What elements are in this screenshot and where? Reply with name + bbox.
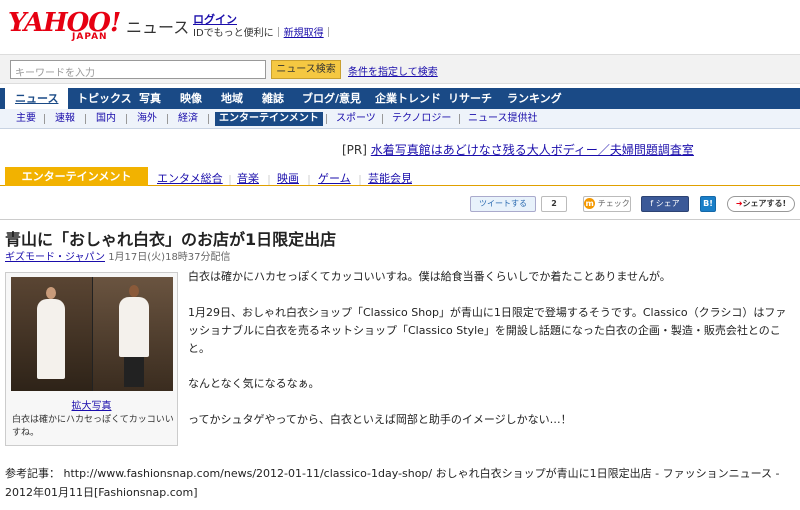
article-date: 1月17日(火)18時37分配信 xyxy=(108,252,231,263)
nav-photos[interactable]: 写真 xyxy=(139,88,161,109)
white-coat-figure xyxy=(37,299,65,379)
nav-corporate-trends[interactable]: 企業トレンド xyxy=(375,88,441,109)
article-paragraph: 1月29日、おしゃれ白衣ショップ「Classico Shop」が青山に1日限定で… xyxy=(188,306,787,355)
logo-subtext: JAPAN xyxy=(72,32,108,42)
reference-article: 参考記事： http://www.fashionsnap.com/news/20… xyxy=(5,467,780,499)
photo-right-panel xyxy=(92,277,173,391)
tweet-count: 2 xyxy=(541,196,567,212)
subnav-divider xyxy=(44,114,45,124)
service-name[interactable]: ニュース xyxy=(126,14,189,38)
facebook-share-button[interactable]: f シェア xyxy=(641,196,689,212)
category-movies[interactable]: 映画 xyxy=(277,170,299,186)
category-bar: エンターテインメント エンタメ総合 ｜ 音楽 ｜ 映画 ｜ ゲーム ｜ 芸能会見 xyxy=(0,167,800,187)
article-paragraph: ってかシュタゲやってから、白衣といえば岡部と助手のイメージしかない…！ xyxy=(188,413,572,426)
mixi-icon: m xyxy=(584,198,596,209)
category-divider: ｜ xyxy=(264,176,274,187)
category-divider: ｜ xyxy=(225,176,235,187)
nav-blog[interactable]: ブログ/意見 xyxy=(302,88,361,109)
subnav-main[interactable]: 主要 xyxy=(16,109,36,129)
subnav-breaking[interactable]: 速報 xyxy=(55,109,75,129)
search-input[interactable]: キーワードを入力 xyxy=(10,60,266,79)
category-music[interactable]: 音楽 xyxy=(237,170,259,186)
hatena-bookmark-button[interactable]: B! xyxy=(700,196,716,212)
subnav-divider xyxy=(326,114,327,124)
tweet-button[interactable]: ツイートする xyxy=(470,196,536,212)
login-subtext: IDでもっと便利に｜新規取得｜ xyxy=(193,28,334,39)
article-photo[interactable] xyxy=(11,277,173,391)
share-label: シェアする! xyxy=(742,199,787,208)
nav-local[interactable]: 地域 xyxy=(221,88,243,109)
photo-caption: 白衣は確かにハカセっぽくてカッコいいすね。 xyxy=(12,415,174,438)
subnav-divider xyxy=(382,114,383,124)
share-arrow-icon: ➜ xyxy=(735,199,743,208)
enlarge-photo-link[interactable]: 拡大写真 xyxy=(6,397,177,412)
pr-tag: [PR] xyxy=(342,143,367,157)
subnav-world[interactable]: 海外 xyxy=(137,109,157,129)
nav-topics[interactable]: トピックス xyxy=(77,88,132,109)
subnav-divider xyxy=(459,114,460,124)
photo-box: 拡大写真 白衣は確かにハカセっぽくてカッコいいすね。 xyxy=(5,272,178,446)
nav-research[interactable]: リサーチ xyxy=(448,88,492,109)
dark-trousers xyxy=(124,357,144,387)
facebook-icon: f xyxy=(650,199,654,208)
facebook-label: シェア xyxy=(655,199,680,208)
subnav-providers[interactable]: ニュース提供社 xyxy=(468,109,538,129)
category-divider: ｜ xyxy=(355,176,365,187)
subnav-entertainment[interactable]: エンターテインメント xyxy=(215,112,323,126)
subnav-sports[interactable]: スポーツ xyxy=(336,109,376,129)
nav-magazine[interactable]: 雑誌 xyxy=(262,88,284,109)
subnav-divider xyxy=(126,114,127,124)
subnav-divider xyxy=(208,114,209,124)
yahoo-japan-logo[interactable]: YAHOO! JAPAN xyxy=(8,8,123,48)
mixi-check-button[interactable]: m チェック xyxy=(583,196,631,212)
article-source-link[interactable]: ギズモード・ジャパン xyxy=(5,252,105,263)
advanced-search-link[interactable]: 条件を指定して検索 xyxy=(348,63,438,78)
model-head xyxy=(46,287,56,299)
header-divider xyxy=(0,219,800,220)
pr-ad: [PR] 水着写真館はあどけなさ残る大人ボディー／夫婦問題調査室 xyxy=(342,141,694,158)
nav-ranking[interactable]: ランキング xyxy=(507,88,562,109)
sub-nav: 主要 速報 国内 海外 経済 エンターテインメント スポーツ テクノロジー ニュ… xyxy=(0,109,800,129)
register-link[interactable]: 新規取得 xyxy=(284,28,324,39)
subnav-divider xyxy=(167,114,168,124)
category-games[interactable]: ゲーム xyxy=(318,170,351,186)
search-bar: キーワードを入力 ニュース検索 条件を指定して検索 xyxy=(0,54,800,84)
subnav-divider xyxy=(85,114,86,124)
main-nav: ニュース トピックス 写真 映像 地域 雑誌 ブログ/意見 企業トレンド リサー… xyxy=(0,88,800,109)
category-entertainment[interactable]: エンターテインメント xyxy=(5,167,148,186)
nav-video[interactable]: 映像 xyxy=(180,88,202,109)
check-label: チェック xyxy=(597,199,630,208)
login-sub-prefix: IDでもっと便利に xyxy=(193,28,274,39)
share-button[interactable]: ➜シェアする! xyxy=(727,196,795,212)
subnav-domestic[interactable]: 国内 xyxy=(96,109,116,129)
white-coat-figure xyxy=(119,297,149,357)
subnav-technology[interactable]: テクノロジー xyxy=(392,109,451,129)
article-title: 青山に「おしゃれ白衣」のお店が1日限定出店 xyxy=(5,230,337,249)
model-head xyxy=(129,285,139,297)
category-ent-general[interactable]: エンタメ総合 xyxy=(157,170,223,186)
nav-news[interactable]: ニュース xyxy=(5,88,69,109)
site-header: YAHOO! JAPAN ニュース ログイン IDでもっと便利に｜新規取得｜ xyxy=(0,0,800,50)
photo-left-panel xyxy=(11,277,92,391)
article-paragraph: 白衣は確かにハカセっぽくてカッコいいすね。僕は給食当番くらいしでか着たことありま… xyxy=(188,270,671,283)
pr-link[interactable]: 水着写真館はあどけなさ残る大人ボディー／夫婦問題調査室 xyxy=(371,143,694,157)
subnav-economy[interactable]: 経済 xyxy=(178,109,198,129)
news-search-button[interactable]: ニュース検索 xyxy=(271,60,341,79)
article-byline: ギズモード・ジャパン 1月17日(火)18時37分配信 xyxy=(5,248,231,263)
article-paragraph: なんとなく気になるなぁ。 xyxy=(188,377,320,390)
category-press-conference[interactable]: 芸能会見 xyxy=(368,170,412,186)
category-divider: ｜ xyxy=(304,176,314,187)
